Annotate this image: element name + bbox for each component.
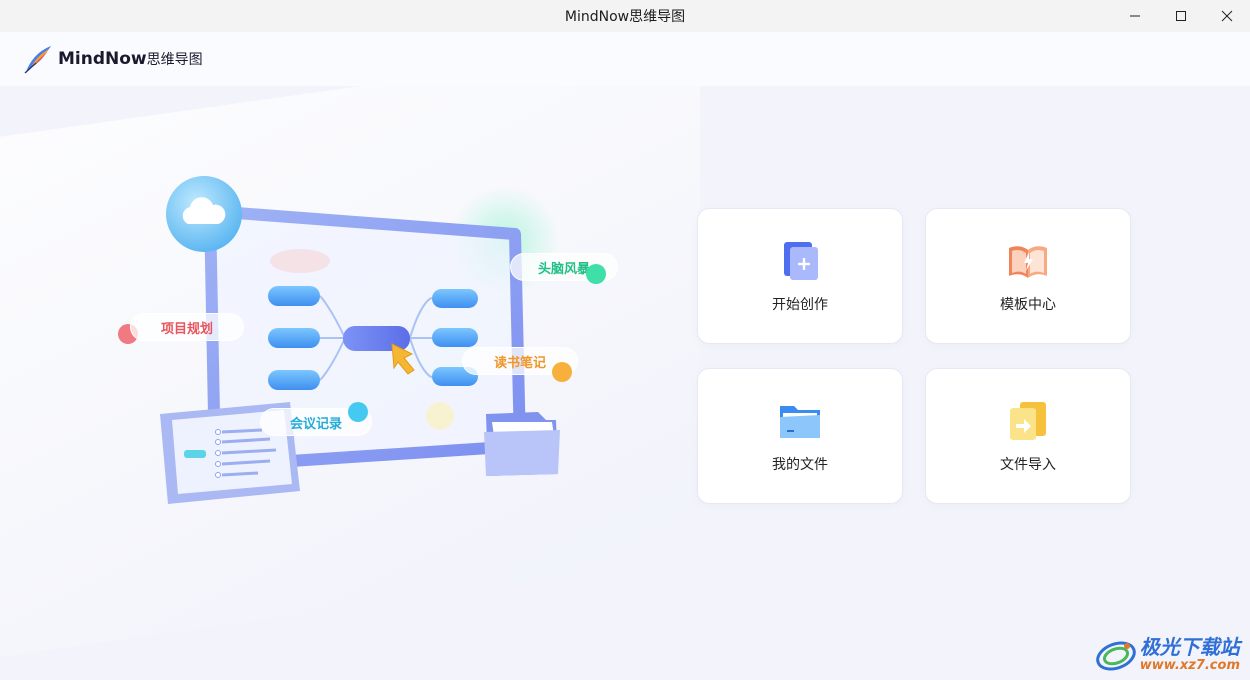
start-creating-card[interactable]: 开始创作 [697,208,903,344]
green-dot [586,264,606,284]
folder-icon [780,406,820,438]
import-file-label: 文件导入 [1000,457,1056,473]
watermark: 极光下载站 www.xz7.com [1094,634,1240,674]
aurora-logo-icon [1095,641,1136,671]
import-file-card[interactable]: 文件导入 [925,368,1131,504]
my-files-card[interactable]: 我的文件 [697,368,903,504]
tag-project-planning: 项目规划 [130,313,244,341]
tag-project-label: 项目规划 [160,321,213,337]
my-files-label: 我的文件 [772,457,828,473]
feather-logo-icon [24,46,51,74]
import-file-icon [1010,402,1046,440]
template-center-label: 模板中心 [1000,297,1056,313]
node-left-1 [268,286,320,306]
window-controls [1112,0,1250,32]
maximize-button[interactable] [1158,0,1204,32]
close-button[interactable] [1204,0,1250,32]
template-book-icon [1009,246,1047,278]
node-left-3 [268,370,320,390]
watermark-url: www.xz7.com [1139,657,1240,673]
node-right-2 [432,328,478,347]
hero-illustration: 项目规划 头脑风暴 读书笔记 会议记录 [0,86,660,546]
window-titlebar: MindNow思维导图 [0,0,1250,32]
cyan-dot [348,402,368,422]
window-title: MindNow思维导图 [564,9,686,25]
minimize-icon [1130,15,1140,17]
start-creating-label: 开始创作 [772,297,828,313]
brand-latin: MindNow [58,49,147,69]
folder-illustration [484,412,560,476]
maximize-icon [1176,11,1186,21]
node-left-2 [268,328,320,348]
app-header: MindNow思维导图 [0,32,1250,86]
orange-dot [552,362,572,382]
minimize-button[interactable] [1112,0,1158,32]
watermark-name: 极光下载站 [1139,634,1240,659]
tag-brainstorm-label: 头脑风暴 [537,261,590,277]
node-center [343,326,410,351]
brand-cn: 思维导图 [146,52,203,68]
template-center-card[interactable]: 模板中心 [925,208,1131,344]
mindmap-board-illustration [160,176,560,504]
tag-meeting-label: 会议记录 [289,416,342,432]
close-icon [1221,10,1233,22]
node-right-1 [432,289,478,308]
new-document-icon [784,242,818,280]
brand-name: MindNow思维导图 [58,49,203,69]
tag-reading-label: 读书笔记 [493,355,546,371]
